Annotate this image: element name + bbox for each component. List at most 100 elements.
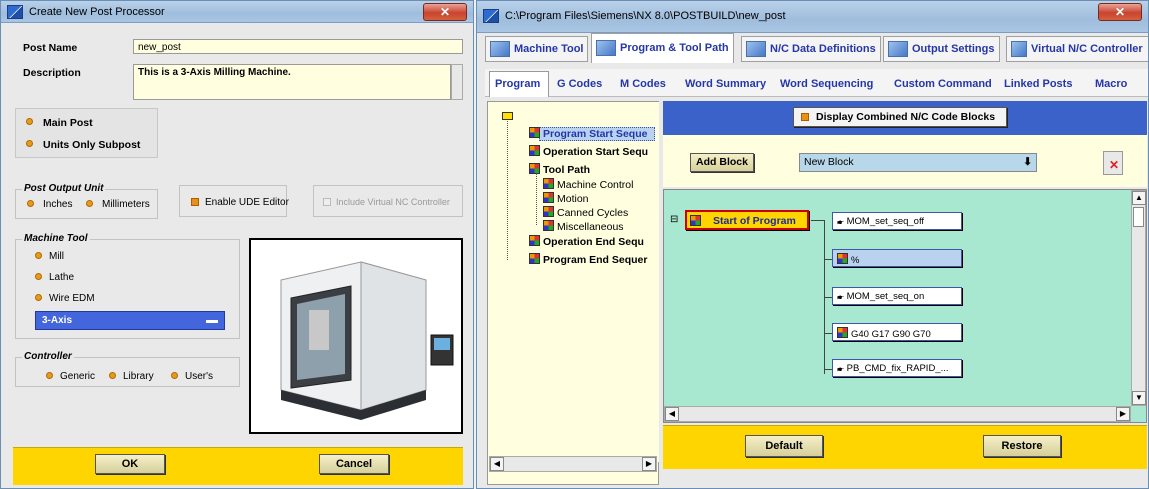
subtab-g-codes[interactable]: G Codes: [557, 78, 602, 90]
tab-machine-tool[interactable]: Machine Tool: [485, 36, 589, 62]
block-mom-set-seq-on[interactable]: 🖝 MOM_set_seq_on: [832, 287, 962, 305]
block-g40-g17-g90-g70[interactable]: G40 G17 G90 G70: [832, 323, 962, 341]
sequence-icon: [529, 145, 540, 156]
axis-select-value: 3-Axis: [42, 315, 73, 326]
tree-lines: [507, 117, 508, 260]
post-name-input[interactable]: new_post: [133, 39, 463, 54]
sequence-icon: [543, 178, 554, 189]
tab-nc-data-definitions[interactable]: N/C Data Definitions: [741, 36, 881, 62]
tab-program-tool-path[interactable]: Program & Tool Path: [591, 33, 734, 63]
subtab-word-summary[interactable]: Word Summary: [685, 78, 766, 90]
subtab-macro[interactable]: Macro: [1095, 78, 1127, 90]
scroll-up-icon[interactable]: ▲: [1132, 191, 1146, 205]
sequence-icon: [529, 163, 540, 174]
tree-label: Motion: [557, 193, 589, 205]
inches-radio[interactable]: [27, 200, 34, 207]
folder-icon: [502, 112, 513, 120]
editor-close-button[interactable]: ✕: [1098, 3, 1142, 21]
description-scrollbar[interactable]: [451, 64, 463, 100]
block-icon: [837, 327, 848, 338]
subtab-word-sequencing[interactable]: Word Sequencing: [780, 78, 873, 90]
millimeters-radio[interactable]: [86, 200, 93, 207]
wire-edm-radio[interactable]: [35, 294, 42, 301]
tree-item-motion[interactable]: Motion: [543, 192, 589, 205]
generic-radio[interactable]: [46, 372, 53, 379]
machine-tool-image: [280, 261, 454, 420]
block-label: %: [851, 255, 860, 266]
scroll-left-icon[interactable]: ◀: [665, 407, 679, 421]
tree-item-miscellaneous[interactable]: Miscellaneous: [543, 220, 624, 233]
editor-titlebar[interactable]: C:\Program Files\Siemens\NX 8.0\POSTBUIL…: [477, 1, 1148, 33]
dialog-titlebar[interactable]: Create New Post Processor ✕: [1, 1, 473, 23]
tree-lines: [536, 173, 537, 225]
block-label: G40 G17 G90 G70: [851, 329, 931, 340]
post-builder-window: C:\Program Files\Siemens\NX 8.0\POSTBUIL…: [476, 0, 1149, 489]
ok-button[interactable]: OK: [95, 454, 165, 474]
cancel-button[interactable]: Cancel: [319, 454, 389, 474]
main-post-radio[interactable]: [26, 118, 33, 125]
canvas-horizontal-scrollbar[interactable]: ◀ ▶: [664, 406, 1131, 422]
tree-item-operation-end[interactable]: Operation End Sequ: [529, 235, 644, 248]
block-pb-cmd-fix-rapid[interactable]: 🖝 PB_CMD_fix_RAPID_...: [832, 359, 962, 377]
lathe-radio[interactable]: [35, 273, 42, 280]
axis-select[interactable]: 3-Axis: [35, 311, 225, 330]
subtab-program[interactable]: Program: [495, 78, 540, 90]
sequence-icon: [529, 127, 540, 138]
editor-title: C:\Program Files\Siemens\NX 8.0\POSTBUIL…: [505, 10, 786, 22]
machine-tool-icon: [490, 41, 510, 58]
generic-label: Generic: [60, 371, 96, 382]
post-name-label: Post Name: [23, 42, 78, 54]
millimeters-label: Millimeters: [102, 199, 150, 210]
display-combined-toggle[interactable]: Display Combined N/C Code Blocks: [793, 107, 1007, 127]
users-radio[interactable]: [171, 372, 178, 379]
tree-item-program-end[interactable]: Program End Sequer: [529, 253, 647, 266]
block-mom-set-seq-off[interactable]: 🖝 MOM_set_seq_off: [832, 212, 962, 230]
scroll-right-icon[interactable]: ▶: [1116, 407, 1130, 421]
tree-label: Operation Start Sequ: [543, 146, 649, 158]
connector-stub: [824, 297, 832, 298]
scroll-left-icon[interactable]: ◀: [490, 457, 504, 471]
restore-button[interactable]: Restore: [983, 435, 1061, 457]
block-percent[interactable]: %: [832, 249, 962, 267]
connector-stub: [824, 259, 832, 260]
add-block-button[interactable]: Add Block: [690, 153, 754, 172]
include-vnc-checkbox[interactable]: [323, 198, 331, 206]
tree-item-machine-control[interactable]: Machine Control: [543, 178, 633, 191]
tree-label: Operation End Sequ: [543, 236, 644, 248]
units-subpost-radio[interactable]: [26, 140, 33, 147]
dialog-close-button[interactable]: ✕: [423, 3, 467, 21]
tab-label: Machine Tool: [514, 43, 584, 55]
command-icon: 🖝: [837, 363, 847, 374]
subtab-custom-command[interactable]: Custom Command: [894, 78, 992, 90]
description-input[interactable]: This is a 3-Axis Milling Machine.: [133, 64, 451, 100]
tree-label: Tool Path: [543, 164, 591, 176]
new-block-select[interactable]: New Block ⬇: [799, 153, 1037, 172]
subtab-m-codes[interactable]: M Codes: [620, 78, 666, 90]
block-icon: [837, 253, 848, 264]
start-of-program-event[interactable]: Start of Program: [685, 210, 809, 230]
scroll-down-icon[interactable]: ▼: [1132, 391, 1146, 405]
create-post-dialog: Create New Post Processor ✕ Post Name ne…: [0, 0, 474, 489]
tab-output-settings[interactable]: Output Settings: [883, 36, 1000, 62]
collapse-icon[interactable]: ⊟: [670, 214, 678, 225]
delete-block-icon[interactable]: ✕: [1103, 151, 1123, 175]
tree-label: Program Start Seque: [543, 128, 648, 140]
sequence-icon: [543, 220, 554, 231]
tab-virtual-nc-controller[interactable]: Virtual N/C Controller: [1006, 36, 1148, 62]
default-button[interactable]: Default: [745, 435, 823, 457]
tree-horizontal-scrollbar[interactable]: ◀ ▶: [489, 456, 657, 472]
virtual-nc-icon: [1011, 41, 1027, 58]
mill-radio[interactable]: [35, 252, 42, 259]
scroll-thumb[interactable]: [1133, 207, 1144, 227]
scroll-right-icon[interactable]: ▶: [642, 457, 656, 471]
delete-x-icon: ✕: [1109, 158, 1120, 172]
subtab-linked-posts[interactable]: Linked Posts: [1004, 78, 1072, 90]
tree-item-operation-start[interactable]: Operation Start Sequ: [529, 145, 648, 158]
tree-item-canned-cycles[interactable]: Canned Cycles: [543, 206, 628, 219]
enable-ude-checkbox[interactable]: [191, 198, 199, 206]
canvas-vertical-scrollbar[interactable]: ▲ ▼: [1131, 190, 1146, 406]
tree-item-tool-path[interactable]: Tool Path: [529, 163, 590, 176]
library-radio[interactable]: [109, 372, 116, 379]
tab-label: Virtual N/C Controller: [1031, 43, 1143, 55]
tree-item-program-start[interactable]: Program Start Seque: [529, 127, 647, 140]
